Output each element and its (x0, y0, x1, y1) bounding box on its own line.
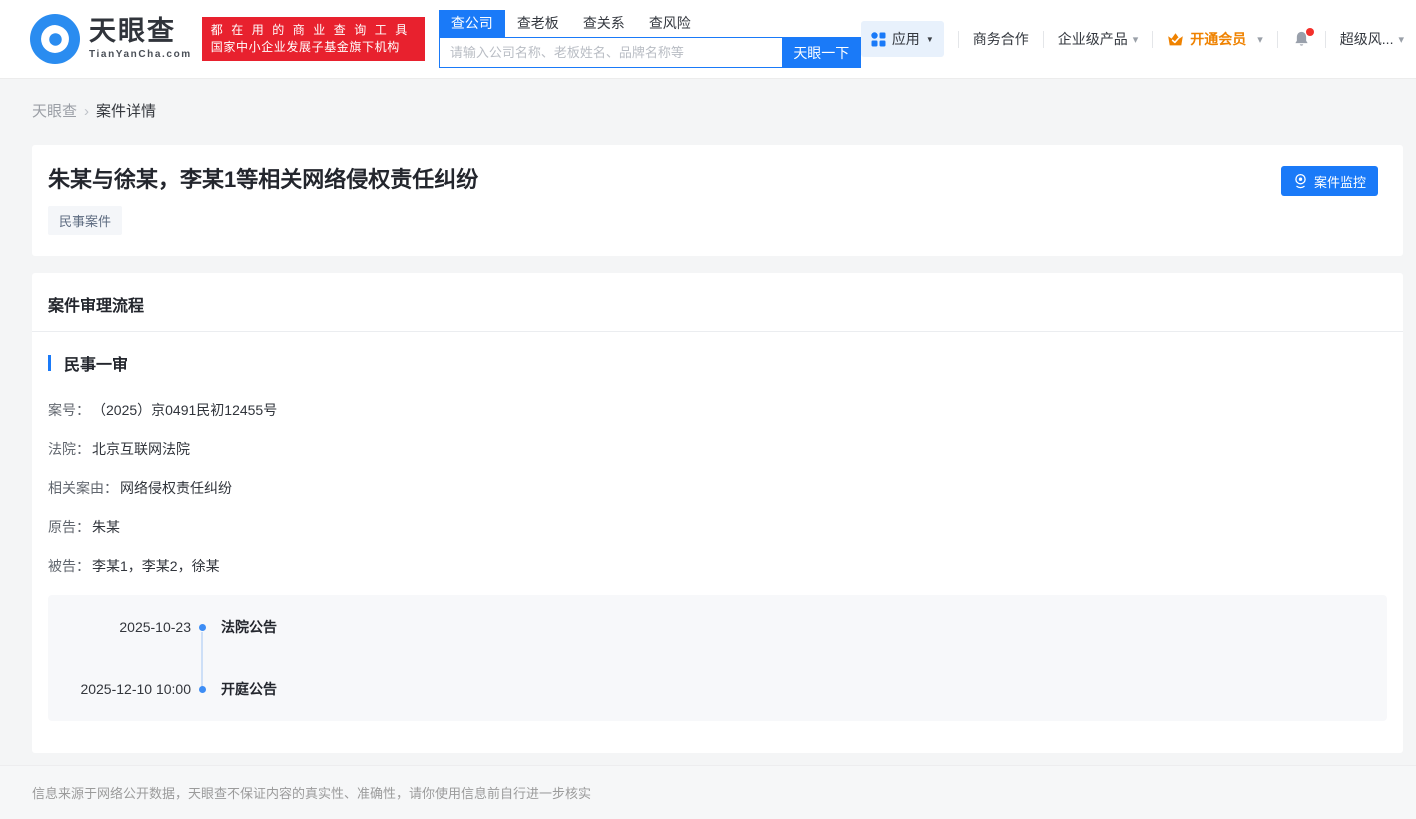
apps-button[interactable]: 应用 ▼ (861, 21, 944, 57)
breadcrumb: 天眼查 › 案件详情 (32, 100, 1384, 121)
logo-title: 天眼查 (89, 18, 192, 45)
divider (958, 31, 959, 48)
nav-business-cooperation[interactable]: 商务合作 (973, 29, 1029, 49)
nav-open-vip[interactable]: 开通会员 ▾ (1167, 29, 1263, 49)
tab-search-boss[interactable]: 查老板 (505, 10, 571, 37)
case-fields: 案号： （2025）京0491民初12455号 法院： 北京互联网法院 相关案由… (48, 400, 1387, 576)
page-title: 朱某与徐某，李某1等相关网络侵权责任纠纷 (48, 167, 1379, 193)
case-timeline: 2025-10-23 法院公告 2025-12-10 10:00 开庭公告 (48, 595, 1387, 721)
timeline-dot-icon (199, 686, 206, 693)
timeline-dot-icon (199, 624, 206, 631)
top-header: 天眼查 TianYanCha.com 都在用的商业查询工具 国家中小企业发展子基… (0, 0, 1416, 79)
tianyancha-logo[interactable]: 天眼查 TianYanCha.com (30, 14, 192, 64)
apps-label: 应用 (892, 29, 920, 49)
timeline-date: 2025-12-10 10:00 (48, 681, 191, 697)
nav-super-risk[interactable]: 超级风... ▾ (1340, 29, 1404, 49)
breadcrumb-home[interactable]: 天眼查 (32, 103, 77, 120)
timeline-label[interactable]: 开庭公告 (221, 679, 277, 699)
divider (1325, 31, 1326, 48)
field-case-number: 案号： （2025）京0491民初12455号 (48, 400, 1387, 420)
promo-badge: 都在用的商业查询工具 国家中小企业发展子基金旗下机构 (202, 17, 425, 61)
search-button[interactable]: 天眼一下 (782, 37, 861, 68)
promo-badge-line1: 都在用的商业查询工具 (211, 22, 416, 39)
tianyancha-eye-icon (30, 14, 80, 64)
stage-header: 民事一审 (48, 351, 1387, 375)
monitor-camera-icon (1293, 173, 1308, 189)
disclaimer-text: 信息来源于网络公开数据，天眼查不保证内容的真实性、准确性，请你使用信息前自行进一… (32, 786, 591, 801)
case-monitor-button[interactable]: 案件监控 (1281, 166, 1378, 196)
crown-icon (1167, 32, 1184, 47)
field-defendant: 被告： 李某1，李某2，徐某 (48, 556, 1387, 576)
caret-down-icon: ▾ (1398, 33, 1404, 46)
field-plaintiff: 原告： 朱某 (48, 517, 1387, 537)
header-right-nav: 应用 ▼ 商务合作 企业级产品 ▾ 开通会员 ▾ (861, 21, 1404, 57)
case-process-card: 案件审理流程 民事一审 案号： （2025）京0491民初12455号 法院： … (32, 273, 1403, 753)
breadcrumb-current: 案件详情 (96, 103, 156, 120)
apps-grid-icon (871, 32, 886, 47)
tab-search-risk[interactable]: 查风险 (637, 10, 703, 37)
timeline-label[interactable]: 法院公告 (221, 617, 277, 637)
field-court: 法院： 北京互联网法院 (48, 439, 1387, 459)
logo-subtitle: TianYanCha.com (89, 49, 192, 60)
nav-enterprise-products[interactable]: 企业级产品 ▾ (1058, 29, 1139, 49)
case-type-tag: 民事案件 (48, 206, 122, 235)
tab-search-relation[interactable]: 查关系 (571, 10, 637, 37)
timeline-item-court-notice: 2025-10-23 法院公告 (48, 596, 1387, 658)
page-footer: 信息来源于网络公开数据，天眼查不保证内容的真实性、准确性，请你使用信息前自行进一… (0, 765, 1416, 819)
caret-down-icon: ▾ (1257, 33, 1263, 46)
field-cause: 相关案由： 网络侵权责任纠纷 (48, 478, 1387, 498)
caret-down-icon: ▾ (1133, 33, 1139, 46)
search-block: 查公司 查老板 查关系 查风险 天眼一下 (439, 10, 861, 68)
promo-badge-line2: 国家中小企业发展子基金旗下机构 (211, 39, 416, 56)
search-input[interactable] (439, 37, 782, 68)
timeline-date: 2025-10-23 (48, 619, 191, 635)
caret-down-icon: ▼ (926, 35, 934, 44)
notification-dot (1306, 28, 1314, 36)
divider (1277, 31, 1278, 48)
stage-title: 民事一审 (64, 351, 128, 375)
stage-accent-bar (48, 355, 51, 371)
notifications-bell-icon[interactable] (1292, 30, 1311, 49)
divider (1043, 31, 1044, 48)
breadcrumb-chevron-icon: › (84, 103, 89, 120)
timeline-item-hearing-notice: 2025-12-10 10:00 开庭公告 (48, 658, 1387, 720)
tab-search-company[interactable]: 查公司 (439, 10, 505, 37)
divider (1152, 31, 1153, 48)
section-title: 案件审理流程 (32, 273, 1403, 332)
case-title-card: 朱某与徐某，李某1等相关网络侵权责任纠纷 民事案件 案件监控 (32, 145, 1403, 256)
search-tabs: 查公司 查老板 查关系 查风险 (439, 10, 861, 37)
